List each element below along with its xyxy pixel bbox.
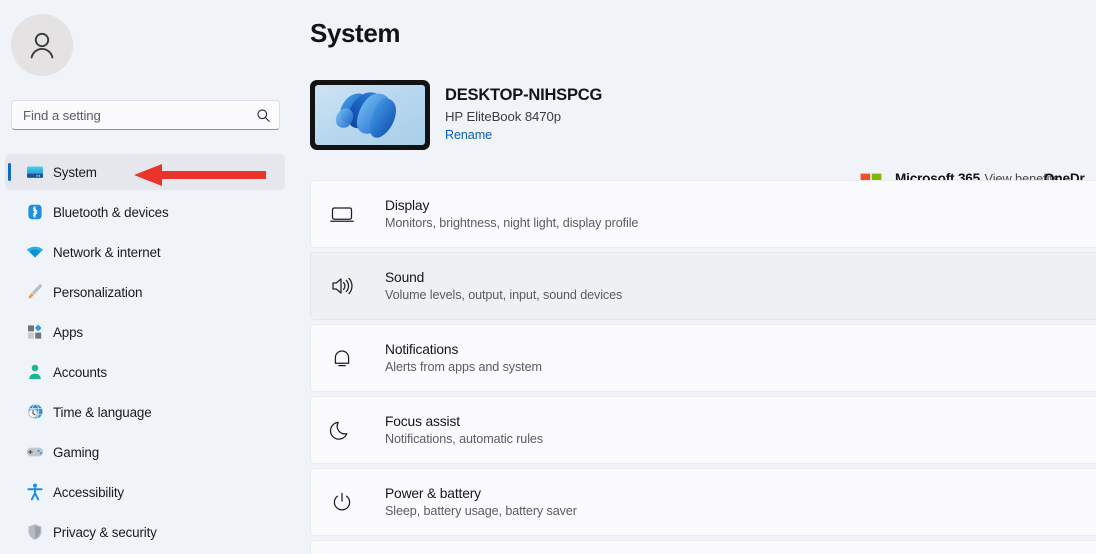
search-input[interactable] bbox=[23, 107, 256, 123]
settings-row-title: Focus assist bbox=[385, 414, 460, 429]
settings-row-subtitle: Alerts from apps and system bbox=[385, 360, 542, 374]
shield-icon bbox=[25, 522, 45, 542]
settings-row-subtitle: Monitors, brightness, night light, displ… bbox=[385, 216, 639, 230]
settings-row-title: Notifications bbox=[385, 342, 459, 357]
sidebar-item-bluetooth-devices[interactable]: Bluetooth & devices bbox=[5, 194, 285, 230]
sidebar-item-system[interactable]: System bbox=[5, 154, 285, 190]
device-thumbnail bbox=[310, 80, 430, 150]
moon-icon bbox=[327, 415, 357, 445]
device-info: DESKTOP-NIHSPCG HP EliteBook 8470p Renam… bbox=[445, 86, 602, 142]
settings-row-title: Power & battery bbox=[385, 486, 481, 501]
selection-indicator bbox=[8, 163, 11, 181]
sidebar-item-label: Gaming bbox=[53, 444, 99, 460]
settings-row-power-battery[interactable]: Power & battery Sleep, battery usage, ba… bbox=[310, 468, 1096, 536]
settings-row-focus-assist[interactable]: Focus assist Notifications, automatic ru… bbox=[310, 396, 1096, 464]
avatar[interactable] bbox=[11, 14, 73, 76]
bell-icon bbox=[327, 343, 357, 373]
power-icon bbox=[327, 487, 357, 517]
sidebar-item-label: Personalization bbox=[53, 284, 143, 300]
device-banner: DESKTOP-NIHSPCG HP EliteBook 8470p Renam… bbox=[310, 80, 1096, 207]
display-monitor-icon bbox=[327, 199, 357, 229]
accessibility-icon bbox=[25, 482, 45, 502]
settings-row-title: Display bbox=[385, 198, 430, 213]
device-model: HP EliteBook 8470p bbox=[445, 109, 561, 124]
settings-row-subtitle: Volume levels, output, input, sound devi… bbox=[385, 288, 623, 302]
sidebar-nav: System Bluetooth & devices Network & int… bbox=[5, 154, 285, 554]
windows-bloom-wallpaper bbox=[315, 85, 425, 145]
bluetooth-icon bbox=[25, 202, 45, 222]
apps-grid-icon bbox=[25, 322, 45, 342]
sidebar-item-network-internet[interactable]: Network & internet bbox=[5, 234, 285, 270]
settings-row-partial[interactable] bbox=[310, 540, 1096, 554]
clock-globe-icon bbox=[25, 402, 45, 422]
person-icon bbox=[25, 362, 45, 382]
sidebar-item-label: Time & language bbox=[53, 404, 152, 420]
sidebar: System Bluetooth & devices bbox=[0, 0, 290, 554]
sidebar-item-label: System bbox=[53, 164, 97, 180]
user-avatar-icon bbox=[11, 14, 73, 76]
sidebar-item-label: Bluetooth & devices bbox=[53, 204, 169, 220]
main-content: System DESKTOP-NIHSPCG HP EliteBook 8470… bbox=[290, 0, 1096, 554]
settings-row-text: Power & battery Sleep, battery usage, ba… bbox=[385, 486, 577, 518]
device-name: DESKTOP-NIHSPCG bbox=[445, 86, 603, 104]
sidebar-item-apps[interactable]: Apps bbox=[5, 314, 285, 350]
sidebar-item-accessibility[interactable]: Accessibility bbox=[5, 474, 285, 510]
monitor-icon bbox=[25, 162, 45, 182]
search-box[interactable] bbox=[11, 100, 280, 130]
gamepad-icon bbox=[25, 442, 45, 462]
sidebar-item-label: Network & internet bbox=[53, 244, 161, 260]
settings-row-subtitle: Sleep, battery usage, battery saver bbox=[385, 504, 577, 518]
sidebar-item-label: Privacy & security bbox=[53, 524, 157, 540]
paintbrush-icon bbox=[25, 282, 45, 302]
wifi-icon bbox=[25, 242, 45, 262]
settings-row-title: Sound bbox=[385, 270, 425, 285]
settings-row-display[interactable]: Display Monitors, brightness, night ligh… bbox=[310, 180, 1096, 248]
settings-row-sound[interactable]: Sound Volume levels, output, input, soun… bbox=[310, 252, 1096, 320]
sidebar-item-time-language[interactable]: Time & language bbox=[5, 394, 285, 430]
sidebar-item-gaming[interactable]: Gaming bbox=[5, 434, 285, 470]
sidebar-item-label: Accounts bbox=[53, 364, 107, 380]
sidebar-item-accounts[interactable]: Accounts bbox=[5, 354, 285, 390]
sidebar-item-privacy-security[interactable]: Privacy & security bbox=[5, 514, 285, 550]
search-container bbox=[11, 100, 280, 130]
sidebar-item-label: Accessibility bbox=[53, 484, 124, 500]
settings-row-text: Display Monitors, brightness, night ligh… bbox=[385, 198, 638, 230]
speaker-icon bbox=[327, 271, 357, 301]
settings-row-text: Notifications Alerts from apps and syste… bbox=[385, 342, 542, 374]
settings-list: Display Monitors, brightness, night ligh… bbox=[310, 180, 1096, 554]
settings-window: System Bluetooth & devices bbox=[0, 0, 1096, 554]
page-title: System bbox=[310, 18, 401, 48]
rename-link[interactable]: Rename bbox=[445, 128, 602, 142]
search-icon[interactable] bbox=[256, 108, 271, 123]
settings-row-notifications[interactable]: Notifications Alerts from apps and syste… bbox=[310, 324, 1096, 392]
settings-row-subtitle: Notifications, automatic rules bbox=[385, 432, 543, 446]
settings-row-text: Focus assist Notifications, automatic ru… bbox=[385, 414, 543, 446]
settings-row-text: Sound Volume levels, output, input, soun… bbox=[385, 270, 622, 302]
sidebar-item-label: Apps bbox=[53, 324, 83, 340]
sidebar-item-personalization[interactable]: Personalization bbox=[5, 274, 285, 310]
